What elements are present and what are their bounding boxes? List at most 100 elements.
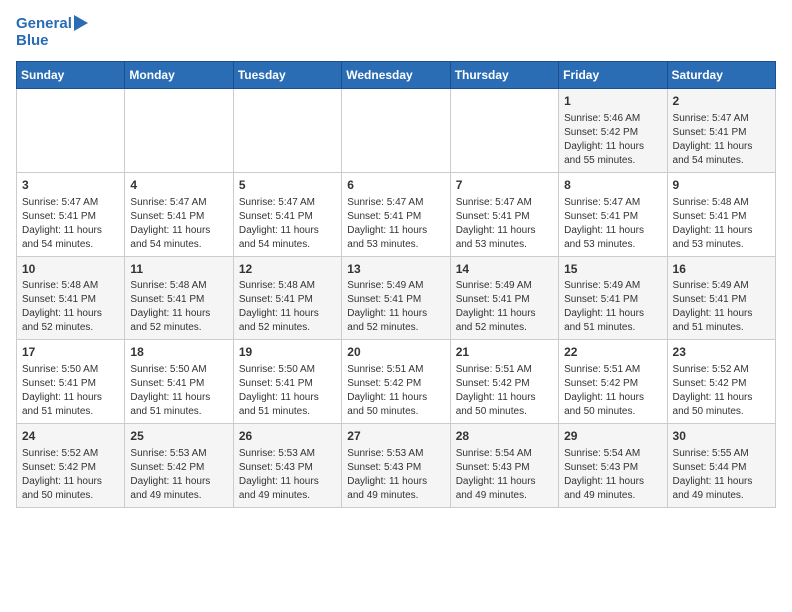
day-number: 2 <box>673 93 770 110</box>
day-number: 30 <box>673 428 770 445</box>
logo-text: General <box>16 16 72 33</box>
day-number: 17 <box>22 344 119 361</box>
weekday-header: Saturday <box>667 62 775 89</box>
calendar-cell: 12Sunrise: 5:48 AM Sunset: 5:41 PM Dayli… <box>233 256 341 340</box>
day-number: 18 <box>130 344 227 361</box>
calendar-cell: 8 Sunrise: 5:47 AM Sunset: 5:41 PM Daylig… <box>559 172 667 256</box>
calendar-cell: 16Sunrise: 5:49 AM Sunset: 5:41 PM Dayli… <box>667 256 775 340</box>
calendar-cell: 28 Sunrise: 5:54 AM Sunset: 5:43 PM Dayli… <box>450 424 558 508</box>
day-info: Sunrise: 5:53 AM Sunset: 5:42 PM Dayligh… <box>130 447 227 503</box>
calendar-cell: 11Sunrise: 5:48 AM Sunset: 5:41 PM Dayli… <box>125 256 233 340</box>
day-info: Sunrise: 5:54 AM Sunset: 5:43 PM Dayligh… <box>456 447 553 503</box>
calendar-cell: 18 Sunrise: 5:50 AM Sunset: 5:41 PM Dayli… <box>125 340 233 424</box>
calendar-cell: 20 Sunrise: 5:51 AM Sunset: 5:42 PM Dayli… <box>342 340 450 424</box>
calendar-cell: 29 Sunrise: 5:54 AM Sunset: 5:43 PM Dayli… <box>559 424 667 508</box>
calendar-cell: 23 Sunrise: 5:52 AM Sunset: 5:42 PM Dayli… <box>667 340 775 424</box>
day-number: 26 <box>239 428 336 445</box>
calendar-cell: 2 Sunrise: 5:47 AM Sunset: 5:41 PM Daylig… <box>667 89 775 173</box>
day-info: Sunrise: 5:51 AM Sunset: 5:42 PM Dayligh… <box>347 363 444 419</box>
calendar-cell: 25 Sunrise: 5:53 AM Sunset: 5:42 PM Dayli… <box>125 424 233 508</box>
weekday-header: Sunday <box>17 62 125 89</box>
day-info: Sunrise: 5:46 AM Sunset: 5:42 PM Dayligh… <box>564 112 661 168</box>
day-info: Sunrise: 5:53 AM Sunset: 5:43 PM Dayligh… <box>239 447 336 503</box>
calendar-cell: 1 Sunrise: 5:46 AM Sunset: 5:42 PM Daylig… <box>559 89 667 173</box>
calendar-cell: 3Sunrise: 5:47 AM Sunset: 5:41 PM Daylig… <box>17 172 125 256</box>
calendar-cell: 27 Sunrise: 5:53 AM Sunset: 5:43 PM Dayli… <box>342 424 450 508</box>
calendar-cell: 7Sunrise: 5:47 AM Sunset: 5:41 PM Daylig… <box>450 172 558 256</box>
weekday-header: Wednesday <box>342 62 450 89</box>
day-number: 29 <box>564 428 661 445</box>
day-number: 12 <box>239 261 336 278</box>
day-info: Sunrise: 5:48 AM Sunset: 5:41 PM Dayligh… <box>239 279 336 335</box>
day-info: Sunrise: 5:50 AM Sunset: 5:41 PM Dayligh… <box>130 363 227 419</box>
logo-arrow-icon <box>74 15 88 31</box>
day-number: 19 <box>239 344 336 361</box>
day-info: Sunrise: 5:47 AM Sunset: 5:41 PM Dayligh… <box>347 196 444 252</box>
calendar-cell <box>125 89 233 173</box>
day-number: 25 <box>130 428 227 445</box>
day-info: Sunrise: 5:54 AM Sunset: 5:43 PM Dayligh… <box>564 447 661 503</box>
day-number: 13 <box>347 261 444 278</box>
day-info: Sunrise: 5:48 AM Sunset: 5:41 PM Dayligh… <box>673 196 770 252</box>
calendar-cell: 9 Sunrise: 5:48 AM Sunset: 5:41 PM Daylig… <box>667 172 775 256</box>
day-number: 9 <box>673 177 770 194</box>
day-info: Sunrise: 5:51 AM Sunset: 5:42 PM Dayligh… <box>564 363 661 419</box>
day-number: 14 <box>456 261 553 278</box>
day-info: Sunrise: 5:49 AM Sunset: 5:41 PM Dayligh… <box>564 279 661 335</box>
day-info: Sunrise: 5:51 AM Sunset: 5:42 PM Dayligh… <box>456 363 553 419</box>
day-number: 24 <box>22 428 119 445</box>
calendar-cell: 15Sunrise: 5:49 AM Sunset: 5:41 PM Dayli… <box>559 256 667 340</box>
day-info: Sunrise: 5:53 AM Sunset: 5:43 PM Dayligh… <box>347 447 444 503</box>
day-number: 8 <box>564 177 661 194</box>
calendar-cell: 14Sunrise: 5:49 AM Sunset: 5:41 PM Dayli… <box>450 256 558 340</box>
day-number: 6 <box>347 177 444 194</box>
day-info: Sunrise: 5:47 AM Sunset: 5:41 PM Dayligh… <box>130 196 227 252</box>
day-info: Sunrise: 5:49 AM Sunset: 5:41 PM Dayligh… <box>347 279 444 335</box>
calendar-cell: 6 Sunrise: 5:47 AM Sunset: 5:41 PM Daylig… <box>342 172 450 256</box>
day-number: 23 <box>673 344 770 361</box>
day-number: 22 <box>564 344 661 361</box>
day-info: Sunrise: 5:55 AM Sunset: 5:44 PM Dayligh… <box>673 447 770 503</box>
day-info: Sunrise: 5:52 AM Sunset: 5:42 PM Dayligh… <box>22 447 119 503</box>
calendar-cell: 5 Sunrise: 5:47 AM Sunset: 5:41 PM Daylig… <box>233 172 341 256</box>
weekday-header: Thursday <box>450 62 558 89</box>
day-info: Sunrise: 5:47 AM Sunset: 5:41 PM Dayligh… <box>239 196 336 252</box>
day-number: 4 <box>130 177 227 194</box>
day-info: Sunrise: 5:50 AM Sunset: 5:41 PM Dayligh… <box>22 363 119 419</box>
calendar-table: SundayMondayTuesdayWednesdayThursdayFrid… <box>16 61 776 508</box>
calendar-cell: 24 Sunrise: 5:52 AM Sunset: 5:42 PM Dayli… <box>17 424 125 508</box>
day-info: Sunrise: 5:48 AM Sunset: 5:41 PM Dayligh… <box>22 279 119 335</box>
calendar-cell: 17 Sunrise: 5:50 AM Sunset: 5:41 PM Dayli… <box>17 340 125 424</box>
day-number: 28 <box>456 428 553 445</box>
day-info: Sunrise: 5:47 AM Sunset: 5:41 PM Dayligh… <box>673 112 770 168</box>
day-number: 1 <box>564 93 661 110</box>
calendar-cell <box>17 89 125 173</box>
day-number: 5 <box>239 177 336 194</box>
day-info: Sunrise: 5:48 AM Sunset: 5:41 PM Dayligh… <box>130 279 227 335</box>
calendar-cell <box>450 89 558 173</box>
day-info: Sunrise: 5:52 AM Sunset: 5:42 PM Dayligh… <box>673 363 770 419</box>
day-info: Sunrise: 5:49 AM Sunset: 5:41 PM Dayligh… <box>673 279 770 335</box>
calendar-cell: 13Sunrise: 5:49 AM Sunset: 5:41 PM Dayli… <box>342 256 450 340</box>
day-number: 21 <box>456 344 553 361</box>
day-number: 20 <box>347 344 444 361</box>
calendar-cell <box>342 89 450 173</box>
calendar-cell: 21 Sunrise: 5:51 AM Sunset: 5:42 PM Dayli… <box>450 340 558 424</box>
calendar-cell: 10Sunrise: 5:48 AM Sunset: 5:41 PM Dayli… <box>17 256 125 340</box>
day-info: Sunrise: 5:49 AM Sunset: 5:41 PM Dayligh… <box>456 279 553 335</box>
calendar-cell <box>233 89 341 173</box>
day-number: 27 <box>347 428 444 445</box>
day-number: 10 <box>22 261 119 278</box>
calendar-cell: 22 Sunrise: 5:51 AM Sunset: 5:42 PM Dayli… <box>559 340 667 424</box>
day-info: Sunrise: 5:47 AM Sunset: 5:41 PM Dayligh… <box>564 196 661 252</box>
page-header: General Blue <box>16 16 776 49</box>
calendar-cell: 30 Sunrise: 5:55 AM Sunset: 5:44 PM Dayli… <box>667 424 775 508</box>
day-info: Sunrise: 5:47 AM Sunset: 5:41 PM Dayligh… <box>456 196 553 252</box>
weekday-header: Tuesday <box>233 62 341 89</box>
day-number: 16 <box>673 261 770 278</box>
day-info: Sunrise: 5:47 AM Sunset: 5:41 PM Dayligh… <box>22 196 119 252</box>
day-number: 15 <box>564 261 661 278</box>
day-number: 11 <box>130 261 227 278</box>
logo-text-blue: Blue <box>16 33 49 50</box>
calendar-cell: 19Sunrise: 5:50 AM Sunset: 5:41 PM Dayli… <box>233 340 341 424</box>
